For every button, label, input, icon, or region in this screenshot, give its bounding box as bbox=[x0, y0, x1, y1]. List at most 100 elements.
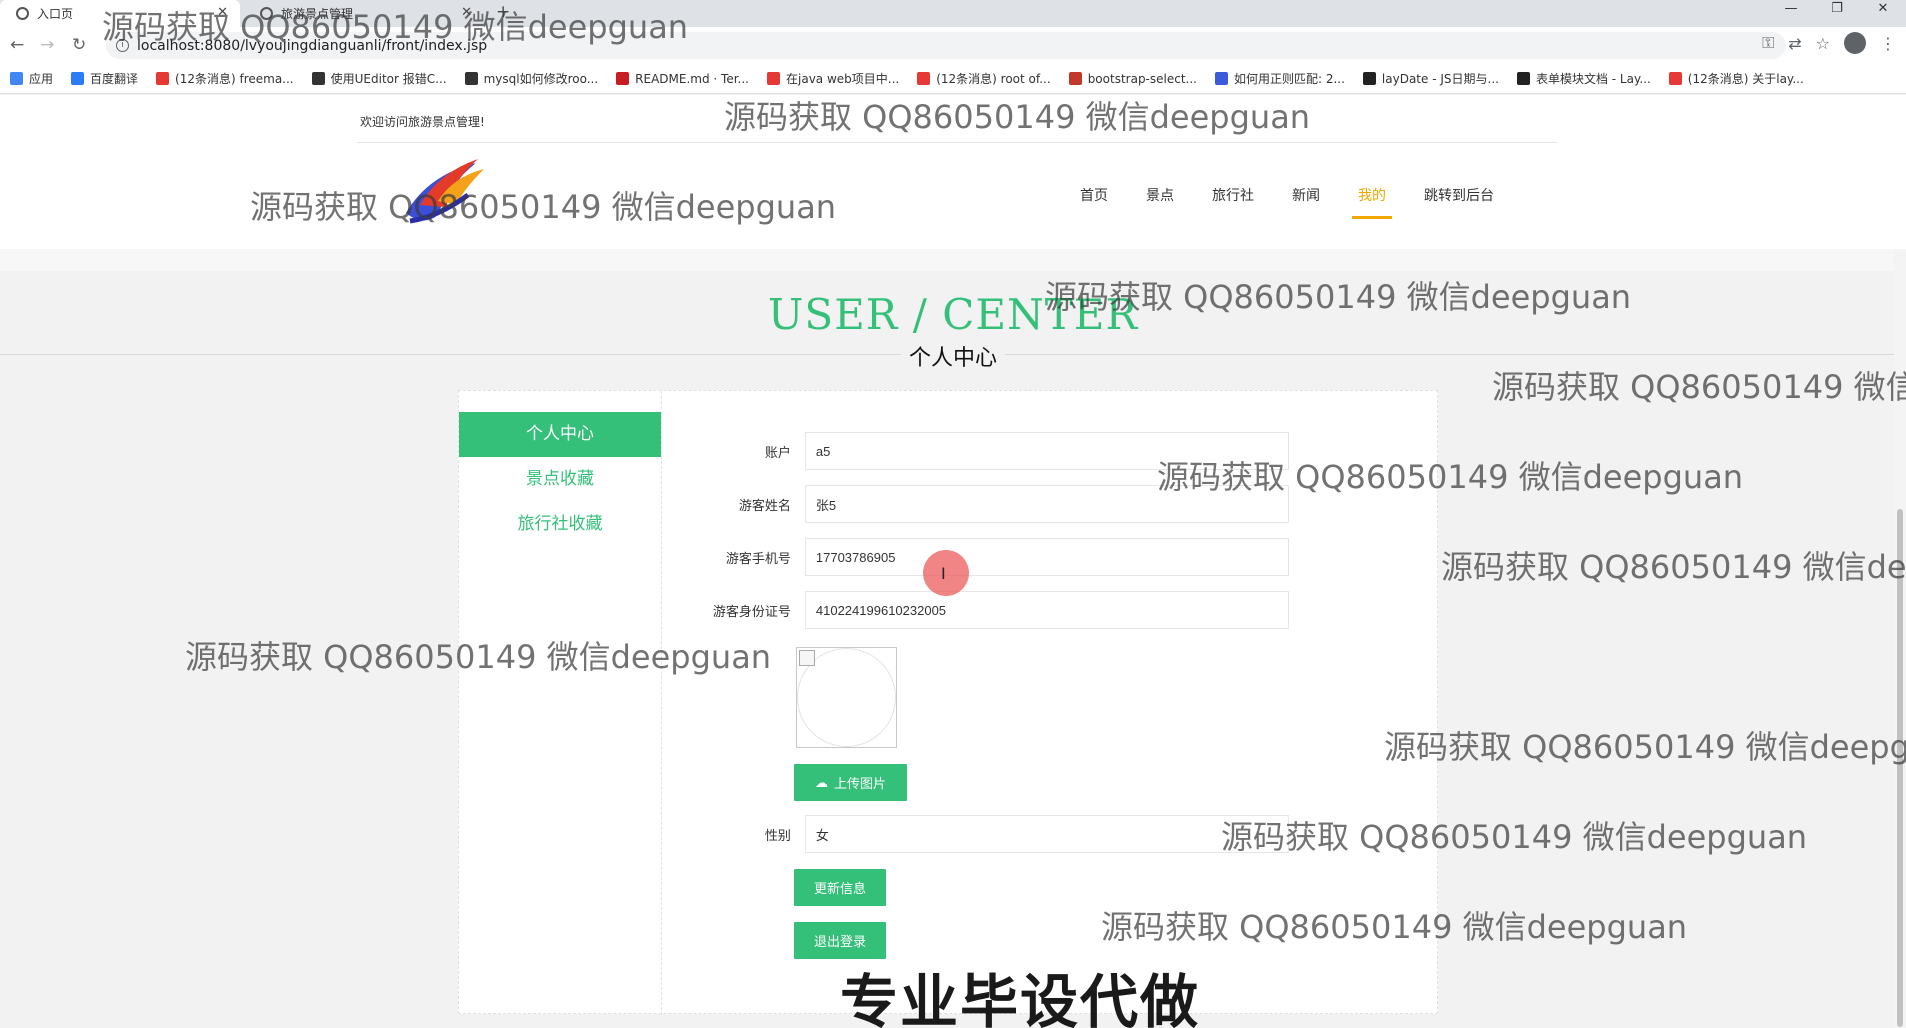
bookmark-label: (12条消息) root of... bbox=[936, 72, 1051, 86]
id-card-label: 游客身份证号 bbox=[712, 604, 791, 620]
upload-image-label: 上传图片 bbox=[833, 776, 886, 791]
bookmark-label: bootstrap-select... bbox=[1087, 71, 1197, 86]
bookmark-label: 应用 bbox=[29, 72, 54, 86]
click-indicator bbox=[923, 550, 969, 596]
cloud-upload-icon: ☁ bbox=[814, 774, 828, 790]
watermark-text: 源码获取 QQ86050149 微信deepguan bbox=[1492, 368, 1906, 406]
bookmark-item[interactable]: mysql如何修改roo... bbox=[464, 70, 599, 87]
sidebar-item-profile[interactable]: 个人中心 bbox=[459, 412, 661, 457]
sidebar-item-agency-favorites[interactable]: 旅行社收藏 bbox=[459, 502, 661, 547]
watermark-text: 源码获取 QQ86050149 微信deepguan bbox=[185, 638, 772, 676]
id-card-row: 游客身份证号 bbox=[669, 591, 1289, 629]
avatar-preview bbox=[796, 647, 897, 748]
reload-icon[interactable]: ↻ bbox=[72, 35, 86, 55]
bookmark-item[interactable]: (12条消息) root of... bbox=[917, 70, 1051, 87]
window-controls: — ❐ ✕ bbox=[1768, 0, 1906, 27]
phone-label: 游客手机号 bbox=[725, 551, 791, 567]
bookmark-label: (12条消息) freema... bbox=[175, 72, 294, 86]
nav-item[interactable]: 首页 bbox=[1080, 185, 1108, 215]
nav-item[interactable]: 跳转到后台 bbox=[1424, 185, 1494, 215]
bookmark-label: 使用UEditor 报错C... bbox=[330, 72, 447, 86]
bookmark-favicon-icon bbox=[156, 72, 170, 85]
bookmark-favicon-icon bbox=[1668, 72, 1682, 85]
welcome-text: 欢迎访问旅游景点管理! bbox=[360, 115, 485, 129]
watermark-text: 源码获取 QQ86050149 微信deepguan bbox=[1221, 818, 1808, 856]
bookmark-favicon-icon bbox=[311, 72, 325, 85]
upload-image-button[interactable]: ☁ 上传图片 bbox=[794, 764, 907, 801]
bookmark-favicon-icon bbox=[917, 72, 931, 85]
account-label: 账户 bbox=[764, 445, 791, 461]
bookmark-label: layDate - JS日期与... bbox=[1381, 72, 1499, 86]
name-label: 游客姓名 bbox=[738, 498, 791, 514]
watermark-text: 源码获取 QQ86050149 微信deepguan bbox=[1045, 278, 1632, 316]
sidebar-item-attraction-favorites[interactable]: 景点收藏 bbox=[459, 457, 661, 502]
apps-grid-icon bbox=[10, 72, 23, 85]
nav-item[interactable]: 我的 bbox=[1352, 185, 1392, 219]
bookmark-item[interactable]: layDate - JS日期与... bbox=[1362, 70, 1499, 87]
bookmark-item[interactable]: 如何用正则匹配: 2... bbox=[1214, 70, 1345, 87]
gender-label: 性别 bbox=[764, 828, 791, 844]
restore-icon[interactable]: ❐ bbox=[1814, 0, 1860, 27]
promo-banner-text: 专业毕设代做 bbox=[840, 968, 1201, 1028]
page-subtitle-text: 个人中心 bbox=[900, 346, 1005, 371]
globe-icon bbox=[16, 7, 29, 20]
bookmark-item[interactable]: bootstrap-select... bbox=[1068, 71, 1197, 86]
header-divider bbox=[357, 142, 1557, 143]
bookmark-item[interactable]: 应用 bbox=[10, 70, 53, 87]
bookmark-item[interactable]: 在java web项目中... bbox=[767, 70, 899, 87]
bookmark-label: 表单模块文档 - Lay... bbox=[1535, 72, 1651, 86]
back-arrow-icon[interactable]: ← bbox=[10, 35, 24, 55]
key-icon[interactable]: ⚿ bbox=[1762, 33, 1774, 53]
text-cursor-icon: I bbox=[941, 564, 946, 583]
bookmark-item[interactable]: (12条消息) 关于lay... bbox=[1668, 70, 1804, 87]
gender-row: 性别 bbox=[669, 815, 1289, 853]
profile-icon[interactable] bbox=[1844, 32, 1866, 54]
bookmark-favicon-icon bbox=[1214, 72, 1228, 85]
watermark-text: 源码获取 QQ86050149 微信deepguan bbox=[724, 98, 1311, 136]
bookmark-favicon-icon bbox=[464, 72, 478, 85]
sidebar-menu: 个人中心 景点收藏 旅行社收藏 bbox=[459, 391, 662, 1015]
bookmark-item[interactable]: 使用UEditor 报错C... bbox=[311, 70, 447, 87]
nav-item[interactable]: 新闻 bbox=[1292, 185, 1320, 215]
close-window-icon[interactable]: ✕ bbox=[1860, 0, 1906, 27]
update-info-button[interactable]: 更新信息 bbox=[794, 869, 886, 906]
bookmark-label: 如何用正则匹配: 2... bbox=[1233, 72, 1345, 86]
translate-icon[interactable]: ⇄ bbox=[1788, 34, 1801, 53]
bookmark-item[interactable]: 百度翻译 bbox=[71, 70, 138, 87]
bookmark-item[interactable]: README.md · Ter... bbox=[616, 72, 749, 86]
star-icon[interactable]: ☆ bbox=[1816, 34, 1830, 53]
bookmark-favicon-icon bbox=[1068, 72, 1082, 85]
phone-row: 游客手机号 bbox=[669, 538, 1289, 576]
bookmark-favicon-icon bbox=[616, 72, 630, 85]
watermark-text: 源码获取 QQ86050149 微信deepguan bbox=[102, 8, 689, 46]
logout-button[interactable]: 退出登录 bbox=[794, 922, 886, 959]
watermark-text: 源码获取 QQ86050149 微信deepguan bbox=[1157, 458, 1744, 496]
main-nav: 首页 景点 旅行社 新闻 我的 跳转到后台 bbox=[1080, 185, 1494, 219]
header-shadow-strip bbox=[0, 249, 1906, 271]
bookmark-label: 百度翻译 bbox=[90, 72, 139, 86]
watermark-text: 源码获取 QQ86050149 微信deepguan bbox=[250, 188, 837, 226]
gender-field[interactable] bbox=[804, 815, 1289, 853]
bookmark-label: mysql如何修改roo... bbox=[483, 72, 599, 86]
nav-item[interactable]: 旅行社 bbox=[1212, 185, 1254, 215]
watermark-text: 源码获取 QQ86050149 微信deepguan bbox=[1101, 908, 1688, 946]
bookmark-item[interactable]: 表单模块文档 - Lay... bbox=[1516, 70, 1651, 87]
tab-title: 入口页 bbox=[37, 7, 74, 21]
id-card-field[interactable] bbox=[804, 591, 1289, 629]
bookmark-favicon-icon bbox=[1516, 72, 1530, 85]
watermark-text: 源码获取 QQ86050149 微信deepguan bbox=[1441, 548, 1906, 586]
bookmark-label: (12条消息) 关于lay... bbox=[1687, 72, 1804, 86]
bookmark-favicon-icon bbox=[767, 72, 780, 85]
phone-field[interactable] bbox=[804, 538, 1289, 576]
bookmark-label: README.md · Ter... bbox=[635, 71, 749, 86]
forward-arrow-icon[interactable]: → bbox=[40, 35, 54, 55]
menu-dots-icon[interactable]: ⋮ bbox=[1880, 34, 1896, 53]
watermark-text: 源码获取 QQ86050149 微信deepguan bbox=[1384, 728, 1906, 766]
minimize-icon[interactable]: — bbox=[1768, 0, 1814, 27]
broken-image-icon bbox=[799, 650, 815, 666]
bookmarks-bar: 应用 百度翻译 (12条消息) freema... 使用UEditor 报错C... m… bbox=[0, 64, 1906, 94]
bookmark-item[interactable]: (12条消息) freema... bbox=[156, 70, 294, 87]
nav-item[interactable]: 景点 bbox=[1146, 185, 1174, 215]
bookmark-favicon-icon bbox=[71, 72, 85, 85]
toolbar-actions: ⚿ ⇄ ☆ ⋮ bbox=[1762, 32, 1896, 54]
